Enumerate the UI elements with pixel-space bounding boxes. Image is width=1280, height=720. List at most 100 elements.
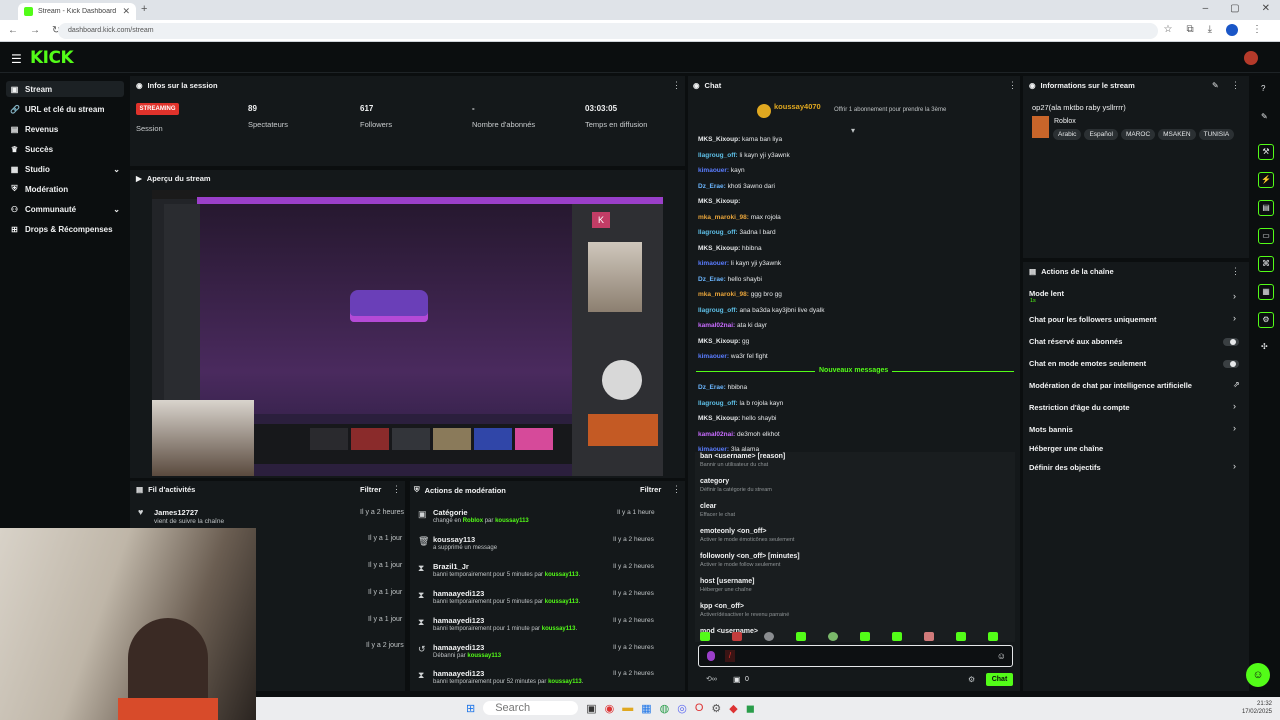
task-view-icon[interactable]: ▣	[586, 702, 596, 715]
external-link-icon[interactable]: ⇗	[1233, 380, 1240, 389]
set-goals-item[interactable]: Définir des objectifs	[1029, 463, 1101, 472]
command-suggestion[interactable]: kpp <on_off>	[700, 603, 744, 610]
chat-username[interactable]: MKS_Kixoup:	[698, 245, 740, 252]
close-window-icon[interactable]: ✕	[1262, 3, 1270, 14]
profile-avatar-icon[interactable]	[1226, 24, 1238, 36]
send-chat-button[interactable]: Chat	[986, 673, 1013, 686]
rail-chat-icon[interactable]: ▭	[1258, 228, 1274, 244]
subs-only-toggle[interactable]	[1223, 338, 1239, 346]
mod-action-name[interactable]: Brazil1_Jr	[433, 562, 469, 571]
emotes-only-toggle[interactable]	[1223, 360, 1239, 368]
sidebar-item-stream[interactable]: ▣ Stream	[6, 81, 124, 97]
sidebar-item-revenue[interactable]: ▤ Revenus	[6, 121, 124, 137]
command-suggestion[interactable]: category	[700, 478, 729, 485]
url-field[interactable]: dashboard.kick.com/stream	[58, 23, 1158, 39]
rail-bolt-icon[interactable]: ⚡	[1258, 172, 1274, 188]
emote-icon[interactable]	[860, 632, 870, 641]
chat-username[interactable]: kamal02nai:	[698, 431, 735, 438]
emote-icon[interactable]	[924, 632, 934, 641]
rail-more-icon[interactable]: ✣	[1261, 342, 1268, 351]
chat-username[interactable]: kimaouer:	[698, 167, 729, 174]
emote-icon[interactable]	[956, 632, 966, 641]
mod-action-name[interactable]: hamaayedi123	[433, 616, 484, 625]
stream-preview-video[interactable]: K	[152, 190, 663, 476]
slow-mode-item[interactable]: Mode lent	[1029, 289, 1064, 298]
chat-username[interactable]: Ilagroug_off:	[698, 152, 738, 159]
pinned-username[interactable]: koussay4070	[774, 102, 821, 111]
moderation-filter-button[interactable]: Filtrer	[640, 485, 661, 494]
edit-icon[interactable]: ✎	[1212, 81, 1219, 90]
minimize-icon[interactable]: –	[1203, 3, 1209, 14]
emote-icon[interactable]	[796, 632, 806, 641]
gear-icon[interactable]: ⚙	[968, 675, 975, 684]
command-suggestion[interactable]: emoteonly <on_off>	[700, 528, 767, 535]
chrome-icon[interactable]: ◉	[605, 702, 615, 715]
chat-username[interactable]: MKS_Kixoup:	[698, 136, 740, 143]
mod-action-name[interactable]: hamaayedi123	[433, 669, 484, 678]
chat-username[interactable]: Dz_Erae:	[698, 276, 726, 283]
forward-icon[interactable]: →	[30, 25, 40, 36]
chat-username[interactable]: Dz_Erae:	[698, 384, 726, 391]
close-tab-icon[interactable]: ✕	[122, 6, 130, 17]
whatsapp-icon[interactable]: ◍	[660, 702, 670, 715]
chevron-right-icon[interactable]: ›	[1233, 313, 1236, 323]
kick-logo[interactable]: KICK	[30, 48, 74, 68]
sidebar-item-url-key[interactable]: 🔗 URL et clé du stream	[6, 101, 124, 117]
emote-icon[interactable]	[764, 632, 774, 641]
bookmark-star-icon[interactable]: ☆	[1163, 24, 1172, 36]
kick-app-icon[interactable]: ◼	[746, 702, 755, 715]
chevron-right-icon[interactable]: ›	[1233, 423, 1236, 433]
followers-only-item[interactable]: Chat pour les followers uniquement	[1029, 315, 1157, 324]
chevron-down-icon[interactable]: ▾	[851, 126, 855, 135]
mod-action-name[interactable]: koussay113	[433, 535, 475, 544]
rail-grid-icon[interactable]: ▦	[1258, 284, 1274, 300]
chat-username[interactable]: kamal02nai:	[698, 322, 735, 329]
chat-username[interactable]: Dz_Erae:	[698, 183, 726, 190]
sidebar-item-community[interactable]: ⚇ Communauté ⌄	[6, 201, 124, 217]
rail-code-icon[interactable]: ⌘	[1258, 256, 1274, 272]
command-suggestion[interactable]: followonly <on_off> [minutes]	[700, 553, 800, 560]
taskbar-search[interactable]: Search	[483, 701, 579, 715]
hamburger-menu-icon[interactable]: ☰	[11, 52, 22, 66]
windows-start-icon[interactable]: ⊞	[466, 702, 475, 715]
command-suggestion[interactable]: ban <username> [reason]	[700, 453, 785, 460]
ai-moderation-item[interactable]: Modération de chat par intelligence arti…	[1029, 381, 1192, 390]
rail-tool-icon[interactable]: ⚒	[1258, 144, 1274, 160]
kebab-menu-icon[interactable]: ⋮	[672, 484, 681, 495]
rail-doc-icon[interactable]: ▤	[1258, 200, 1274, 216]
chat-username[interactable]: Ilagroug_off:	[698, 307, 738, 314]
app-icon[interactable]: ◆	[729, 702, 737, 715]
file-explorer-icon[interactable]: ▬	[622, 702, 633, 714]
chat-username[interactable]: Ilagroug_off:	[698, 400, 738, 407]
emote-icon[interactable]	[892, 632, 902, 641]
kebab-menu-icon[interactable]: ⋮	[392, 484, 401, 495]
emote-icon[interactable]	[700, 632, 710, 641]
mod-action-name[interactable]: hamaayedi123	[433, 589, 484, 598]
sidebar-item-drops[interactable]: ⊞ Drops & Récompenses	[6, 221, 124, 237]
kebab-menu-icon[interactable]: ⋮	[1231, 80, 1240, 91]
chat-username[interactable]: Ilagroug_off:	[698, 229, 738, 236]
store-icon[interactable]: ▦	[641, 702, 651, 715]
chat-username[interactable]: MKS_Kixoup:	[698, 198, 740, 205]
command-suggestion[interactable]: host [username]	[700, 578, 754, 585]
emoji-picker-icon[interactable]: ☺	[997, 651, 1006, 661]
chat-username[interactable]: MKS_Kixoup:	[698, 415, 740, 422]
chat-username[interactable]: MKS_Kixoup:	[698, 338, 740, 345]
download-icon[interactable]: ⤓	[1208, 24, 1212, 36]
chevron-right-icon[interactable]: ›	[1233, 401, 1236, 411]
emote-icon[interactable]	[988, 632, 998, 641]
emote-icon[interactable]	[732, 632, 742, 641]
host-channel-item[interactable]: Héberger une chaîne	[1029, 444, 1103, 453]
extensions-icon[interactable]: ⧉	[1186, 24, 1193, 36]
chevron-right-icon[interactable]: ›	[1233, 461, 1236, 471]
sidebar-item-achievements[interactable]: ♛ Succès	[6, 141, 124, 157]
kebab-menu-icon[interactable]: ⋮	[1231, 266, 1240, 277]
rail-wrench-icon[interactable]: ⚙	[1258, 312, 1274, 328]
back-icon[interactable]: ←	[8, 25, 18, 36]
kebab-menu-icon[interactable]: ⋮	[1008, 80, 1017, 91]
kebab-menu-icon[interactable]: ⋮	[672, 80, 681, 91]
mod-action-name[interactable]: hamaayedi123	[433, 643, 484, 652]
discord-icon[interactable]: ◎	[677, 702, 687, 715]
maximize-icon[interactable]: ▢	[1230, 3, 1239, 14]
browser-menu-icon[interactable]: ⋮	[1252, 24, 1262, 36]
